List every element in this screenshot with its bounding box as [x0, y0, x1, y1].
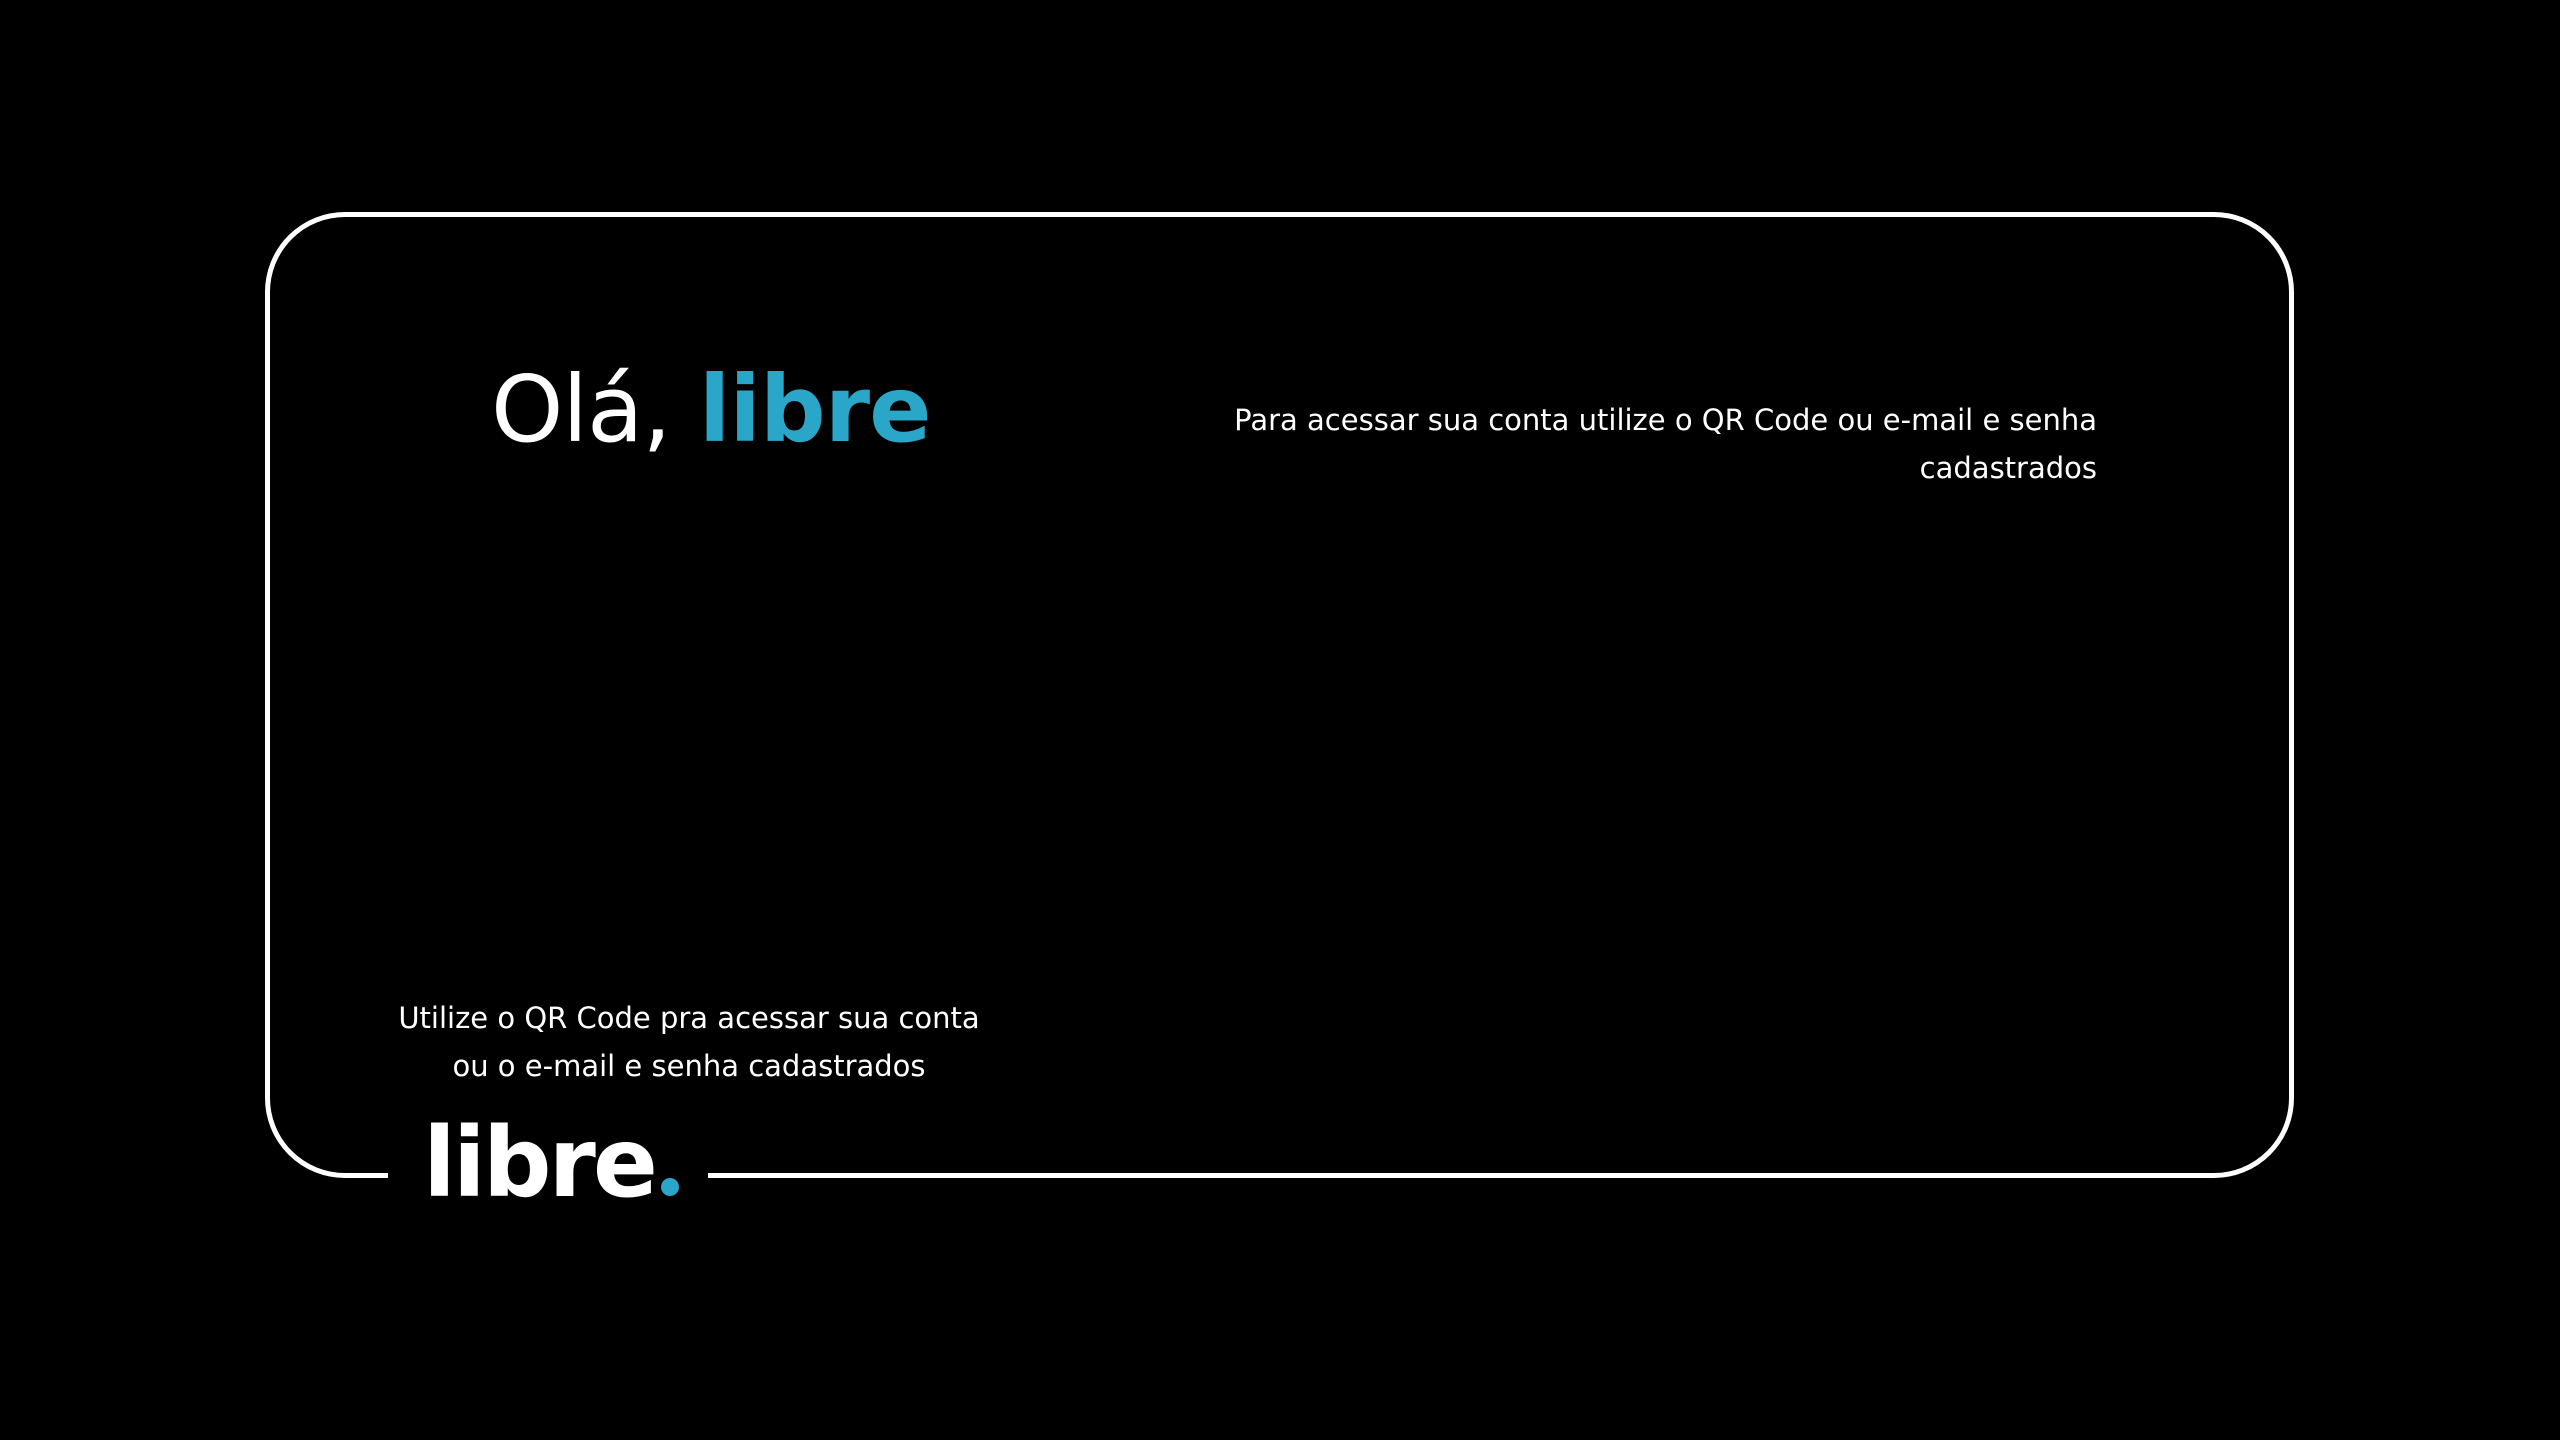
greeting-prefix: Olá,: [491, 356, 699, 463]
greeting-heading: Olá, libre: [491, 352, 932, 468]
logo-wordmark: libre: [423, 1107, 658, 1219]
qr-caption-line-2: ou o e-mail e senha cadastrados: [452, 1049, 926, 1083]
greeting-name: libre: [698, 356, 932, 463]
qr-caption-line-1: Utilize o QR Code pra acessar sua conta: [398, 1001, 980, 1035]
login-instructions: Para acessar sua conta utilize o QR Code…: [1234, 403, 2097, 485]
logo-dot-icon: [660, 1178, 679, 1196]
qr-caption: Utilize o QR Code pra acessar sua conta …: [379, 994, 999, 1090]
libre-logo: libre: [423, 1108, 679, 1218]
login-screen: Olá, libre Para acessar sua conta utiliz…: [0, 0, 2560, 1440]
